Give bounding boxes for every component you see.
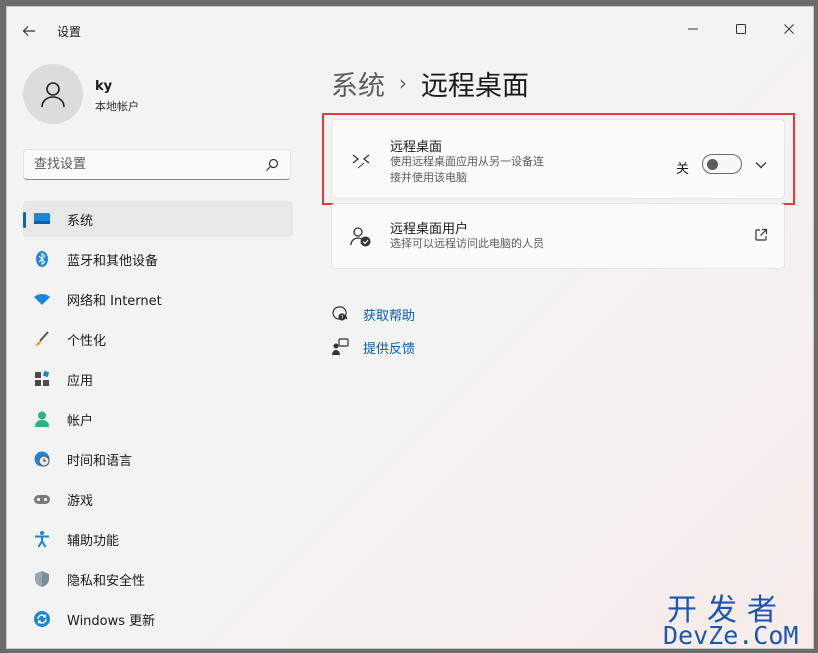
title-bar: 设置 (7, 7, 813, 51)
sidebar-item-label: 网络和 Internet (67, 293, 162, 309)
help-link[interactable]: ? 获取帮助 (331, 303, 415, 325)
feedback-link-label: 提供反馈 (363, 341, 416, 357)
sidebar-item-label: 隐私和安全性 (67, 573, 146, 589)
maximize-button[interactable] (721, 15, 761, 43)
sidebar-item-network[interactable]: 网络和 Internet (23, 281, 293, 317)
update-icon (33, 610, 51, 628)
watermark-english: DevZe.CoM (663, 621, 799, 649)
minimize-icon (688, 28, 698, 30)
sidebar-item-system[interactable]: 系统 (23, 201, 293, 237)
avatar (23, 64, 83, 124)
bluetooth-icon (33, 250, 51, 268)
account-type: 本地帐户 (95, 100, 139, 113)
search-box (23, 149, 291, 180)
sidebar-item-gaming[interactable]: 游戏 (23, 481, 293, 517)
arrow-left-icon (22, 26, 35, 36)
sidebar-item-privacy[interactable]: 隐私和安全性 (23, 561, 293, 597)
time-language-icon (33, 450, 51, 468)
sidebar-item-time-language[interactable]: 时间和语言 (23, 441, 293, 477)
app-title: 设置 (57, 25, 82, 39)
highlight-annotation (322, 113, 795, 205)
sidebar-item-label: Windows 更新 (67, 613, 156, 629)
back-button[interactable] (19, 21, 39, 41)
sidebar-item-bluetooth[interactable]: 蓝牙和其他设备 (23, 241, 293, 277)
sidebar-item-label: 系统 (67, 213, 94, 229)
sidebar-item-label: 时间和语言 (67, 453, 133, 469)
minimize-button[interactable] (673, 15, 713, 43)
external-link-icon[interactable] (752, 226, 770, 244)
shield-icon (33, 570, 51, 588)
gamepad-icon (33, 490, 51, 508)
breadcrumb: 系统 › 远程桌面 (331, 63, 529, 103)
system-icon (33, 210, 51, 228)
brush-icon (33, 330, 51, 348)
sidebar-item-windows-update[interactable]: Windows 更新 (23, 601, 293, 637)
sidebar-item-label: 应用 (67, 373, 94, 389)
feedback-icon (331, 338, 349, 356)
remote-users-description: 选择可以远程访问此电脑的人员 (390, 237, 544, 250)
user-name: ky (95, 79, 113, 94)
sidebar-item-label: 个性化 (67, 333, 107, 349)
sidebar-item-accounts[interactable]: 帐户 (23, 401, 293, 437)
help-link-label: 获取帮助 (363, 308, 416, 324)
account-icon (33, 410, 51, 428)
help-icon: ? (331, 305, 349, 323)
remote-desktop-users-card[interactable]: 远程桌面用户 选择可以远程访问此电脑的人员 (331, 203, 785, 269)
settings-window: 设置 ky 本地帐户 系统 蓝牙和其他设备 (6, 6, 814, 649)
sidebar-item-label: 蓝牙和其他设备 (67, 253, 159, 269)
user-profile[interactable]: ky 本地帐户 (23, 64, 293, 128)
breadcrumb-parent[interactable]: 系统 (331, 64, 385, 103)
sidebar-item-label: 帐户 (67, 413, 94, 429)
remote-users-title: 远程桌面用户 (390, 222, 469, 237)
sidebar-item-accessibility[interactable]: 辅助功能 (23, 521, 293, 557)
sidebar-item-label: 游戏 (67, 493, 94, 509)
sidebar-item-personalization[interactable]: 个性化 (23, 321, 293, 357)
user-check-icon (350, 226, 372, 248)
close-button[interactable] (769, 15, 809, 43)
close-icon (784, 24, 794, 34)
watermark: 开发者 DevZe.CoM (663, 585, 813, 649)
search-icon[interactable] (264, 157, 280, 173)
sidebar-item-apps[interactable]: 应用 (23, 361, 293, 397)
maximize-icon (736, 24, 746, 34)
wifi-icon (33, 290, 51, 308)
user-icon (41, 82, 65, 108)
svg-text:?: ? (341, 315, 344, 321)
feedback-link[interactable]: 提供反馈 (331, 336, 415, 358)
sidebar-item-label: 辅助功能 (67, 533, 120, 549)
apps-icon (33, 370, 51, 388)
breadcrumb-separator: › (399, 71, 407, 95)
search-input[interactable] (24, 150, 254, 179)
sidebar-nav: 系统 蓝牙和其他设备 网络和 Internet 个性化 应用 帐户 时间和语言 (23, 201, 293, 641)
page-title: 远程桌面 (421, 70, 529, 102)
accessibility-icon (33, 530, 51, 548)
